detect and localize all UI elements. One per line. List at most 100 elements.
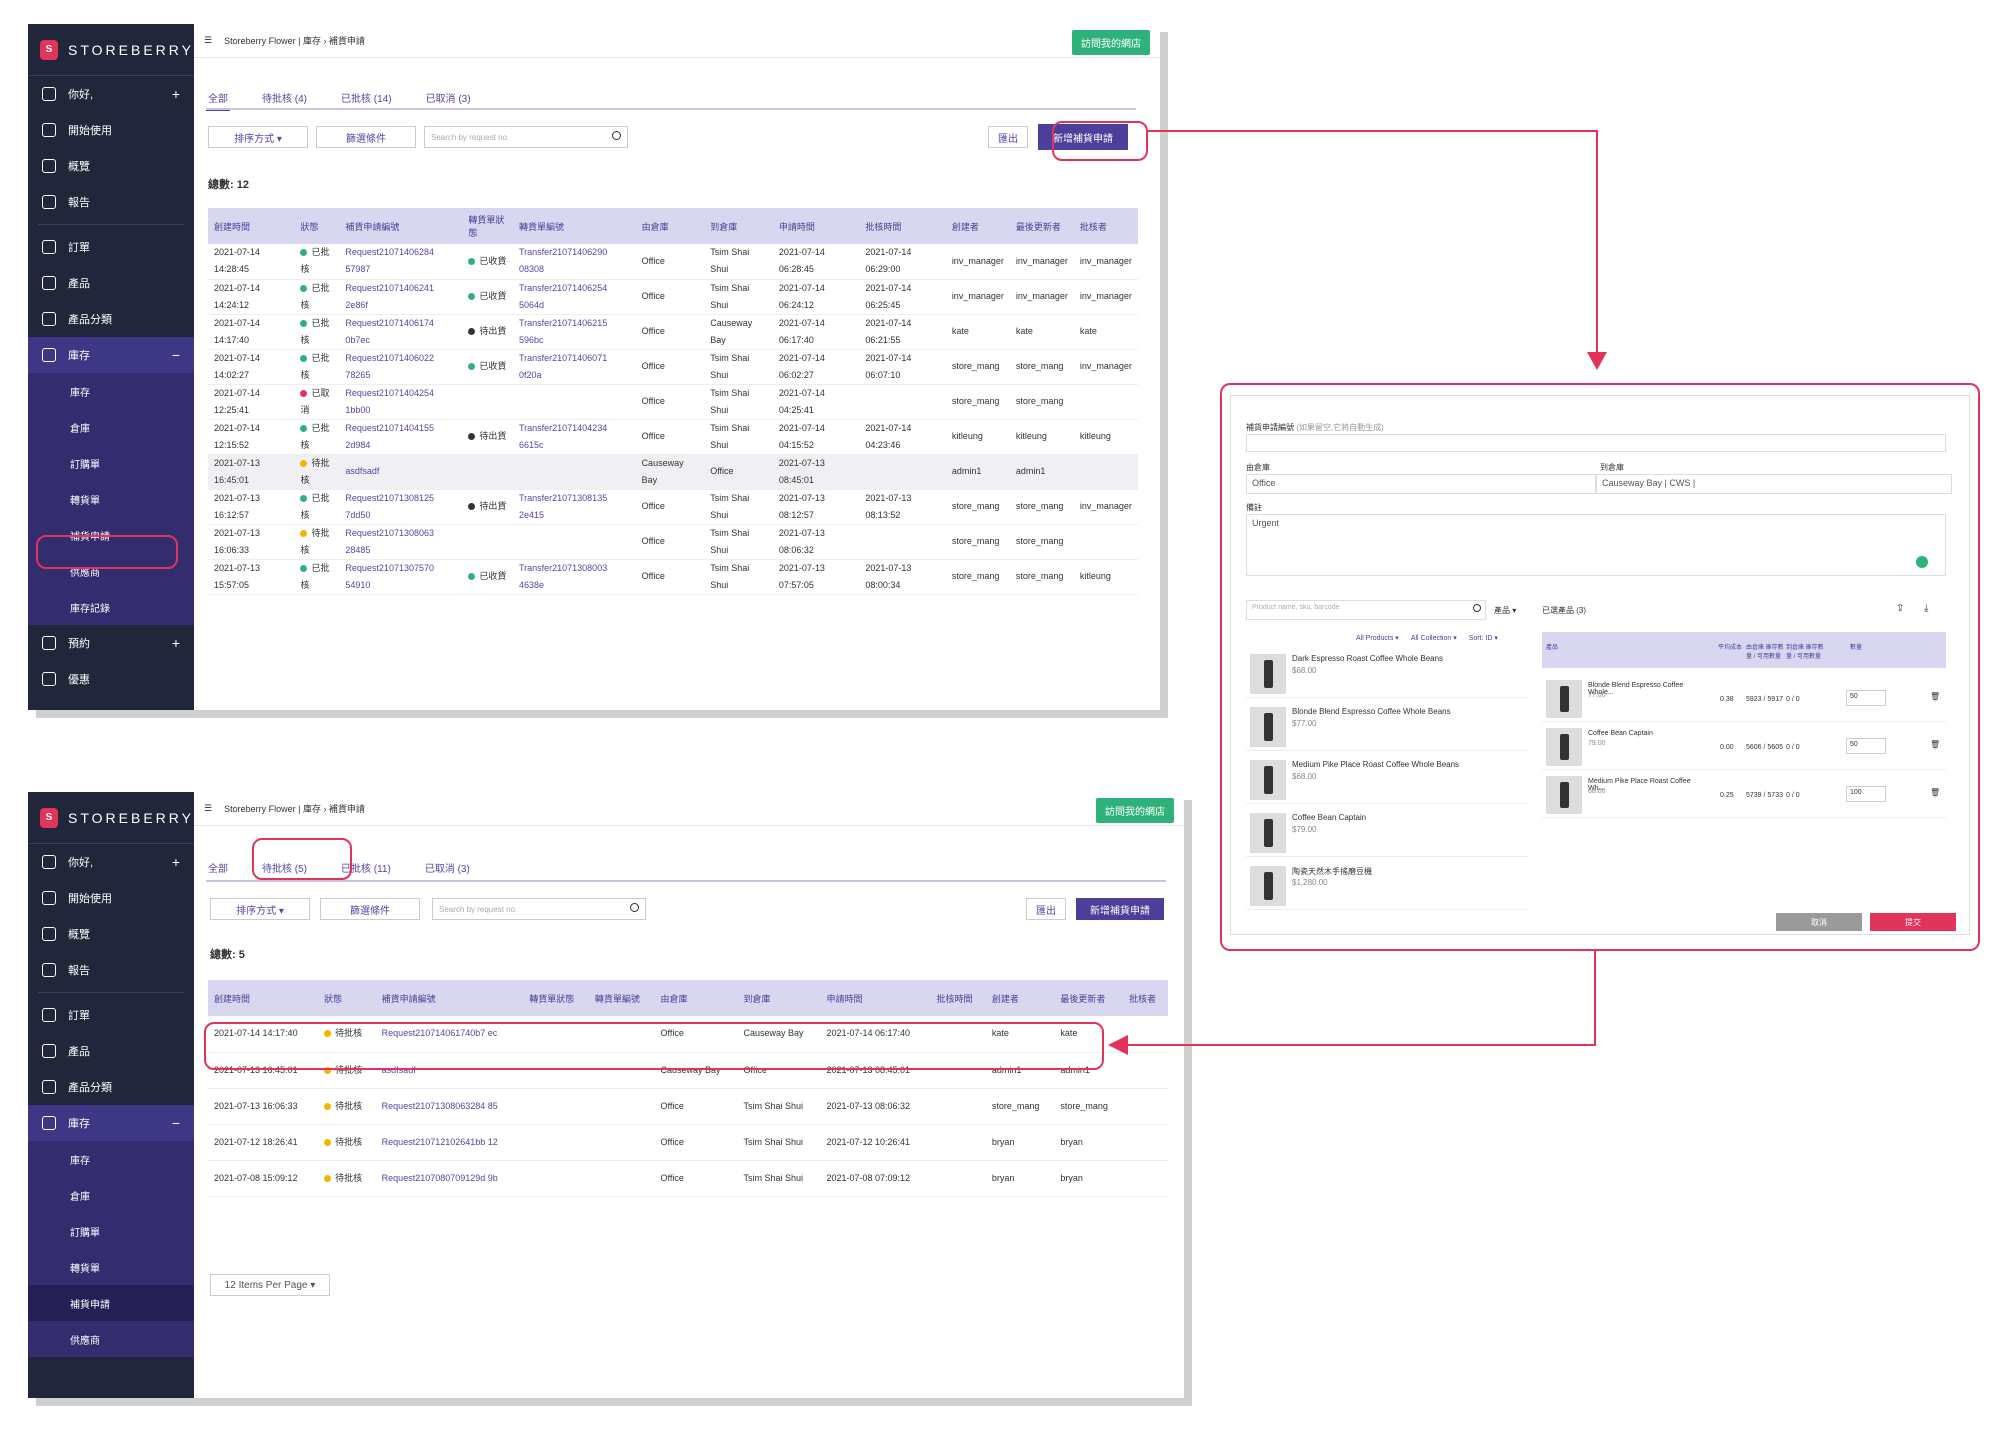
cell[interactable]: Request210712102641bb 12 — [375, 1124, 524, 1161]
table-row[interactable]: 2021-07-12 18:26:41 待批核 Request21071210264… — [208, 1124, 1168, 1161]
delete-icon[interactable]: 🗑 — [1930, 788, 1940, 797]
submit-button[interactable]: 提交 — [1870, 913, 1956, 931]
col-header-8[interactable]: 批核時間 — [930, 980, 986, 1016]
expand-icon[interactable]: − — [172, 1115, 180, 1131]
nav-item-0[interactable]: 你好, + — [28, 76, 194, 112]
nav-after-1[interactable]: 優惠 — [28, 661, 194, 697]
table-row[interactable]: 2021-07-14 14:28:45 已批核 Request21071406284… — [208, 244, 1138, 280]
cancel-button[interactable]: 取消 — [1776, 913, 1862, 931]
nav-item-1[interactable]: 開始使用 — [28, 880, 194, 916]
table-row[interactable]: 2021-07-13 16:12:57 已批核 Request21071308125… — [208, 489, 1138, 525]
cell[interactable] — [512, 454, 636, 490]
cell[interactable]: Request21071307570 54910 — [339, 559, 463, 595]
subnav-item-3[interactable]: 轉貨單 — [28, 1249, 194, 1285]
col-header-11[interactable]: 批核者 — [1122, 980, 1168, 1016]
nav-item-5[interactable]: 產品 — [28, 265, 194, 301]
cell[interactable]: Request21071308063 28485 — [339, 524, 463, 560]
col-header-4[interactable]: 轉貨單編號 — [512, 208, 636, 244]
subnav-item-3[interactable]: 轉貨單 — [28, 481, 194, 517]
delete-icon[interactable]: 🗑 — [1930, 692, 1940, 701]
visit-store-button[interactable]: 訪問我的網店 — [1072, 30, 1150, 55]
cell[interactable]: Request21071406241 2e86f — [339, 279, 463, 315]
col-header-6[interactable]: 到倉庫 — [704, 208, 773, 244]
cell[interactable]: Transfer21071406254 5064d — [512, 279, 636, 315]
cell[interactable]: Request21071406022 78265 — [339, 349, 463, 385]
col-header-5[interactable]: 由倉庫 — [654, 980, 738, 1016]
export-button[interactable]: 匯出 — [1026, 898, 1066, 920]
nav-item-3[interactable]: 報告 — [28, 184, 194, 220]
cell[interactable]: Request21071308125 7dd50 — [339, 489, 463, 525]
subnav-item-6[interactable]: 庫存記錄 — [28, 589, 194, 625]
table-row[interactable]: 2021-07-14 12:25:41 已取消 Request21071404254… — [208, 384, 1138, 420]
quantity-input[interactable]: 50 — [1846, 738, 1886, 754]
col-header-4[interactable]: 轉貨單編號 — [588, 980, 655, 1016]
search-icon[interactable] — [1473, 604, 1481, 612]
search-icon[interactable] — [612, 131, 621, 140]
nav-item-2[interactable]: 概覽 — [28, 148, 194, 184]
cell[interactable] — [588, 1160, 655, 1197]
col-header-2[interactable]: 補貨申請編號 — [375, 980, 524, 1016]
from-warehouse-select[interactable]: Office — [1246, 474, 1596, 494]
expand-icon[interactable]: − — [172, 347, 180, 363]
per-page-select[interactable]: 12 Items Per Page ▾ — [210, 1274, 330, 1296]
subnav-item-0[interactable]: 庫存 — [28, 373, 194, 409]
table-row[interactable]: 2021-07-13 16:06:33 待批核 Request21071308063… — [208, 1088, 1168, 1125]
filter-button[interactable]: 篩選條件 — [316, 126, 416, 148]
col-header-8[interactable]: 批核時間 — [859, 208, 946, 244]
table-row[interactable]: 2021-07-08 15:09:12 待批核 Request21070807091… — [208, 1160, 1168, 1197]
search-scope-dropdown[interactable]: 產品 ▾ — [1494, 605, 1516, 616]
cell[interactable]: Transfer21071404234 6615c — [512, 419, 636, 455]
download-icon[interactable]: ⤓ — [1924, 603, 1928, 614]
subnav-item-1[interactable]: 倉庫 — [28, 409, 194, 445]
product-card[interactable]: Dark Espresso Roast Coffee Whole Beans $6… — [1246, 648, 1528, 698]
subnav-item-5[interactable]: 供應商 — [28, 1321, 194, 1357]
search-input[interactable]: Search by request no. — [424, 126, 628, 148]
table-row[interactable]: 2021-07-14 14:24:12 已批核 Request21071406241… — [208, 279, 1138, 315]
filter-button[interactable]: 篩選條件 — [320, 898, 420, 920]
nav-item-4[interactable]: 訂單 — [28, 997, 194, 1033]
nav-item-7[interactable]: 庫存 − — [28, 337, 194, 373]
quantity-input[interactable]: 50 — [1846, 690, 1886, 706]
col-header-1[interactable]: 狀態 — [318, 980, 376, 1016]
product-filter-0[interactable]: All Products ▾ — [1356, 634, 1399, 642]
col-header-0[interactable]: 創建時間 — [208, 208, 295, 244]
expand-icon[interactable]: + — [172, 854, 180, 870]
table-row[interactable]: 2021-07-13 15:57:05 已批核 Request21071307570… — [208, 559, 1138, 595]
remark-field[interactable]: Urgent — [1246, 514, 1946, 576]
col-header-3[interactable]: 轉貨單狀態 — [462, 208, 513, 244]
subnav-item-0[interactable]: 庫存 — [28, 1141, 194, 1177]
expand-icon[interactable]: + — [172, 635, 180, 651]
cell[interactable] — [588, 1088, 655, 1125]
table-row[interactable]: 2021-07-14 14:17:40 已批核 Request21071406174… — [208, 314, 1138, 350]
cell[interactable] — [512, 384, 636, 420]
subnav-item-2[interactable]: 訂購單 — [28, 1213, 194, 1249]
cell[interactable] — [588, 1124, 655, 1161]
nav-item-2[interactable]: 概覽 — [28, 916, 194, 952]
col-header-0[interactable]: 創建時間 — [208, 980, 319, 1016]
search-input[interactable]: Search by request no. — [432, 898, 646, 920]
table-row[interactable]: 2021-07-13 16:06:33 待批核 Request21071308063… — [208, 524, 1138, 560]
nav-item-0[interactable]: 你好, + — [28, 844, 194, 880]
cell[interactable]: Transfer21071406071 0f20a — [512, 349, 636, 385]
subnav-item-1[interactable]: 倉庫 — [28, 1177, 194, 1213]
product-card[interactable]: 陶瓷天然木手搖磨豆機 $1,280.00 — [1246, 860, 1528, 910]
col-header-3[interactable]: 轉貨單狀態 — [523, 980, 589, 1016]
cell[interactable]: Request21071404254 1bb00 — [339, 384, 463, 420]
col-header-7[interactable]: 申請時間 — [820, 980, 931, 1016]
request-no-field[interactable] — [1246, 434, 1946, 452]
product-card[interactable]: Medium Pike Place Roast Coffee Whole Bea… — [1246, 754, 1528, 804]
cell[interactable]: Request21071308063284 85 — [375, 1088, 524, 1125]
cell[interactable]: Request21071406174 0b7ec — [339, 314, 463, 350]
visit-store-button[interactable]: 訪問我的網店 — [1096, 798, 1174, 823]
nav-item-4[interactable]: 訂單 — [28, 229, 194, 265]
product-filter-1[interactable]: All Collection ▾ — [1411, 634, 1457, 642]
col-header-7[interactable]: 申請時間 — [772, 208, 860, 244]
col-header-10[interactable]: 最後更新者 — [1009, 208, 1074, 244]
nav-after-0[interactable]: 預約 + — [28, 625, 194, 661]
search-icon[interactable] — [630, 903, 639, 912]
delete-icon[interactable]: 🗑 — [1930, 740, 1940, 749]
cell[interactable]: Transfer21071308135 2e415 — [512, 489, 636, 525]
cell[interactable]: Transfer21071406215 596bc — [512, 314, 636, 350]
col-header-2[interactable]: 補貨申請編號 — [339, 208, 463, 244]
quantity-input[interactable]: 100 — [1846, 786, 1886, 802]
